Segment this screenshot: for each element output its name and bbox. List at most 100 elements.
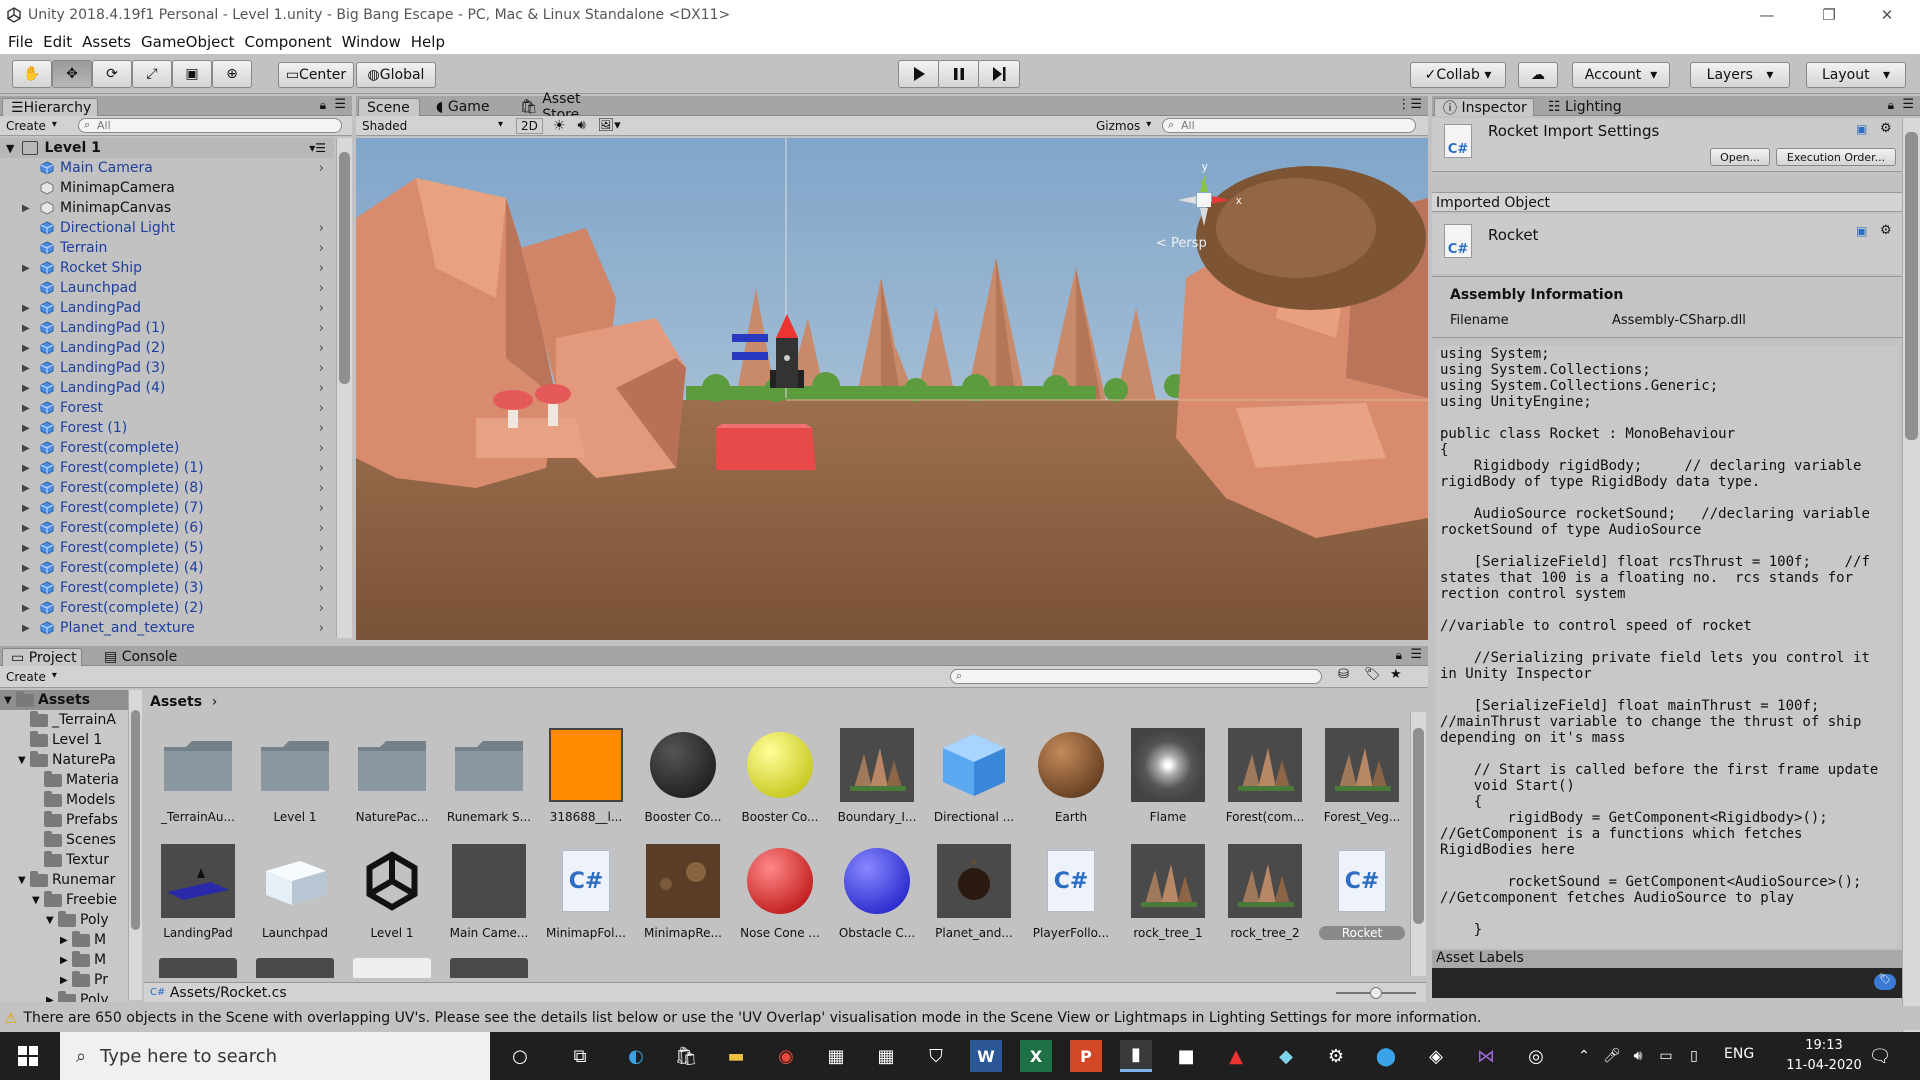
expand-arrow-icon[interactable]: ▶	[22, 543, 30, 554]
project-tree-item[interactable]: ▼ Poly	[0, 910, 130, 930]
word-icon[interactable]: W	[970, 1040, 1002, 1072]
project-search-input[interactable]	[950, 669, 1322, 684]
rect-tool-icon[interactable]: ▣	[172, 60, 212, 88]
expand-arrow-icon[interactable]: ▶	[22, 503, 30, 514]
panel-menu-icon[interactable]: ☰	[334, 97, 346, 112]
cloud-icon[interactable]: ☁	[1518, 62, 1558, 88]
hierarchy-item[interactable]: ▶ LandingPad (1) ›	[0, 318, 334, 338]
open-prefab-chevron-icon[interactable]: ›	[319, 321, 324, 336]
project-tree-item[interactable]: ▼ NaturePa	[0, 750, 130, 770]
asset-item[interactable]: NaturePac...	[338, 726, 434, 836]
asset-item[interactable]: Planet_and...	[920, 842, 1016, 952]
hierarchy-item[interactable]: MinimapCamera	[0, 178, 334, 198]
hierarchy-item[interactable]: ▶ Forest ›	[0, 398, 334, 418]
pivot-center-toggle[interactable]: ▭ Center	[278, 62, 354, 88]
asset-item[interactable]: LandingPad	[144, 842, 240, 952]
settings-gear-icon[interactable]: ⚙	[1880, 121, 1892, 136]
persp-label[interactable]: < Persp	[1156, 236, 1207, 251]
asset-thumbnail-partial[interactable]	[353, 958, 431, 978]
menu-gameobject[interactable]: GameObject	[141, 33, 235, 51]
hierarchy-item[interactable]: Terrain ›	[0, 238, 334, 258]
excel-icon[interactable]: X	[1020, 1040, 1052, 1072]
hierarchy-item[interactable]: ▶ Forest(complete) (7) ›	[0, 498, 334, 518]
project-menu-icon[interactable]: ☰	[1410, 647, 1422, 662]
asset-item[interactable]: C# MinimapFol...	[532, 842, 628, 952]
2d-toggle[interactable]: 2D	[516, 117, 543, 134]
expand-arrow-icon[interactable]: ▶	[22, 623, 30, 634]
project-tree-item[interactable]: Scenes	[0, 830, 130, 850]
open-prefab-chevron-icon[interactable]: ›	[319, 401, 324, 416]
execution-order-button[interactable]: Execution Order...	[1776, 148, 1896, 166]
store-bag-icon[interactable]: 🛍︎	[670, 1040, 702, 1072]
hierarchy-item[interactable]: ▶ Forest(complete) ›	[0, 438, 334, 458]
asset-item[interactable]: Boundary_I...	[823, 726, 919, 836]
hand-tool-icon[interactable]: ✋	[12, 60, 52, 88]
effects-toggle-icon[interactable]: 🖼︎▾	[598, 118, 621, 133]
expand-arrow-icon[interactable]: ▶	[22, 323, 30, 334]
layout-dropdown[interactable]: Layout ▾	[1806, 62, 1906, 88]
pivot-global-toggle[interactable]: ◍ Global	[356, 62, 436, 88]
hierarchy-item[interactable]: ▶ Planet_and_texture ›	[0, 618, 334, 636]
project-tree-item[interactable]: ▼ Runemar	[0, 870, 130, 890]
rotate-tool-icon[interactable]: ⟳	[92, 60, 132, 88]
project-tree-item[interactable]: ▶ M	[0, 950, 130, 970]
scale-tool-icon[interactable]: ⤢	[132, 60, 172, 88]
inspector-scroll-thumb[interactable]	[1905, 132, 1918, 440]
asset-thumbnail-partial[interactable]	[159, 958, 237, 978]
project-tree-item[interactable]: Models	[0, 790, 130, 810]
menu-file[interactable]: File	[8, 33, 33, 51]
notifications-icon[interactable]: 🗨︎	[1864, 1040, 1896, 1072]
tab-project[interactable]: ▭ Project	[2, 648, 82, 666]
tab-game[interactable]: ◖ Game	[428, 98, 508, 116]
acrobat-icon[interactable]: ▲	[1220, 1040, 1252, 1072]
hierarchy-item[interactable]: ▶ LandingPad ›	[0, 298, 334, 318]
zoom-slider[interactable]	[1336, 987, 1416, 999]
help-book-icon[interactable]: ▣	[1856, 122, 1867, 136]
expand-arrow-icon[interactable]: ▶	[22, 583, 30, 594]
open-prefab-chevron-icon[interactable]: ›	[319, 261, 324, 276]
project-tree-item[interactable]: Level 1	[0, 730, 130, 750]
powerpoint-icon[interactable]: P	[1070, 1040, 1102, 1072]
scene-search-input[interactable]: All	[1162, 118, 1416, 133]
open-prefab-chevron-icon[interactable]: ›	[319, 561, 324, 576]
asset-item[interactable]: Main Came...	[435, 842, 531, 952]
asset-item[interactable]: Earth	[1017, 726, 1113, 836]
asset-item[interactable]: rock_tree_1	[1114, 842, 1210, 952]
notes-icon[interactable]: ◆	[1270, 1040, 1302, 1072]
clock[interactable]: 19:13 11-04-2020	[1774, 1036, 1874, 1076]
asset-item[interactable]: MinimapRe...	[629, 842, 725, 952]
pause-button[interactable]	[938, 60, 980, 88]
visual-studio-icon[interactable]: ⋈	[1470, 1040, 1502, 1072]
expand-arrow-icon[interactable]: ▶	[22, 563, 30, 574]
calculator-icon[interactable]: ▦	[870, 1040, 902, 1072]
asset-item[interactable]: Nose Cone ...	[726, 842, 822, 952]
app-icon[interactable]: ▦	[820, 1040, 852, 1072]
expand-arrow-icon[interactable]: ▶	[22, 263, 30, 274]
asset-thumbnail-partial[interactable]	[450, 958, 528, 978]
label-tag-icon[interactable]: 🏷︎	[1874, 974, 1896, 990]
active-app-icon[interactable]: ▮	[1120, 1040, 1152, 1072]
asset-thumbnail-partial[interactable]	[256, 958, 334, 978]
hierarchy-item[interactable]: ▶ Forest(complete) (5) ›	[0, 538, 334, 558]
move-tool-icon[interactable]: ✥	[52, 60, 92, 88]
settings-icon[interactable]: ⚙	[1320, 1040, 1352, 1072]
expand-arrow-icon[interactable]: ▶	[22, 343, 30, 354]
battery-icon[interactable]: ▯	[1678, 1040, 1710, 1072]
asset-item[interactable]: Runemark S...	[435, 726, 531, 836]
hierarchy-item[interactable]: ▶ LandingPad (3) ›	[0, 358, 334, 378]
hierarchy-item[interactable]: ▶ Forest (1) ›	[0, 418, 334, 438]
tab-hierarchy[interactable]: ☰ Hierarchy	[2, 98, 98, 116]
hierarchy-search-input[interactable]: All	[78, 118, 342, 133]
inspector-menu-icon[interactable]: ☰	[1902, 97, 1914, 112]
asset-item[interactable]: C# PlayerFollo...	[1017, 842, 1113, 952]
expand-arrow-icon[interactable]: ▶	[22, 363, 30, 374]
hierarchy-scrollbar[interactable]	[336, 138, 352, 638]
breadcrumb-assets[interactable]: Assets	[150, 694, 202, 710]
scene-viewport[interactable]: y x < Persp	[356, 138, 1428, 640]
object-help-icon[interactable]: ▣	[1856, 224, 1867, 238]
unity-hub-icon[interactable]: ◈	[1420, 1040, 1452, 1072]
open-prefab-chevron-icon[interactable]: ›	[319, 341, 324, 356]
open-prefab-chevron-icon[interactable]: ›	[319, 381, 324, 396]
asset-item[interactable]: Flame	[1114, 726, 1210, 836]
tab-console[interactable]: ▤ Console	[96, 648, 182, 666]
